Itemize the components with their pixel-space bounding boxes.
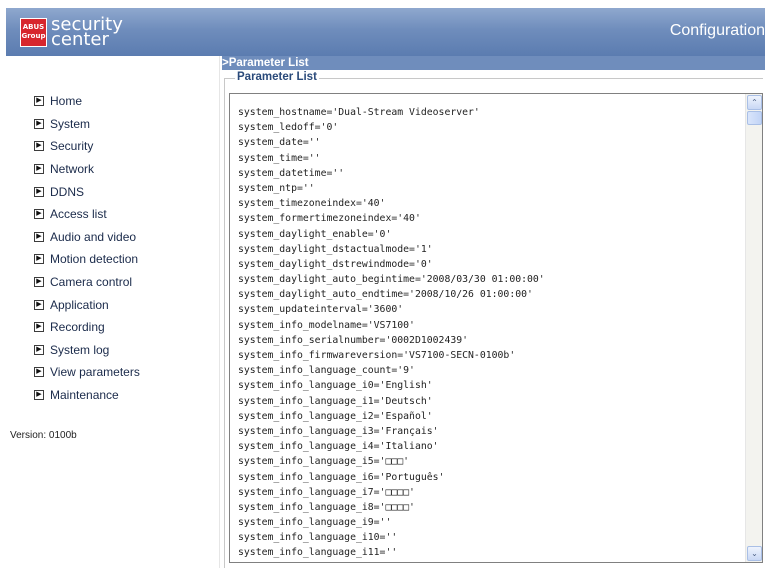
chevron-up-icon: ⌃: [751, 98, 758, 107]
sidebar-item-motion-detection[interactable]: ▶ Motion detection: [34, 248, 140, 271]
parameter-line: system_info_language_i9='': [238, 517, 392, 529]
arrow-right-icon: ▶: [34, 367, 44, 378]
sidebar-item-label: Security: [50, 139, 94, 154]
parameter-line: system_daylight_enable='0': [238, 228, 392, 240]
logo-text: security center: [51, 16, 123, 49]
sidebar-item-label: Network: [50, 162, 95, 177]
sidebar-item-label: Audio and video: [50, 229, 137, 244]
arrow-right-icon: ▶: [34, 231, 44, 242]
parameter-line: system_ntp='': [238, 182, 315, 194]
parameter-fieldset: Parameter List system_hostname='Dual-Str…: [224, 71, 763, 568]
main-content: >Parameter List Parameter List system_ho…: [222, 56, 765, 568]
sidebar-item-label: View parameters: [50, 365, 140, 380]
sidebar-item-system-log[interactable]: ▶ System log: [34, 339, 140, 362]
parameter-line: system_updateinterval='3600': [238, 304, 404, 316]
parameter-line: system_info_language_i0='English': [238, 380, 433, 392]
parameter-line: system_hostname='Dual-Stream Videoserver…: [238, 107, 480, 118]
parameter-line: system_timezoneindex='40': [238, 198, 386, 210]
firmware-version: Version: 0100b: [10, 430, 77, 441]
arrow-right-icon: ▶: [34, 322, 44, 333]
parameter-line: system_info_language_i5='□□□': [238, 456, 410, 468]
header-bar: ABUS Group security center Configuration: [6, 8, 765, 56]
abus-badge-line1: ABUS: [22, 23, 45, 31]
arrow-right-icon: ▶: [34, 299, 44, 310]
parameter-line: system_daylight_auto_begintime='2008/03/…: [238, 274, 545, 286]
parameter-line: system_daylight_auto_endtime='2008/10/26…: [238, 289, 533, 301]
parameter-line: system_info_firmwareversion='VS7100-SECN…: [238, 350, 516, 361]
sidebar-item-home[interactable]: ▶ Home: [34, 90, 140, 113]
chevron-down-icon: ⌄: [751, 549, 758, 558]
parameter-line: system_info_serialnumber='0002D1002439': [238, 334, 469, 346]
arrow-right-icon: ▶: [34, 141, 44, 152]
sidebar: ▶ Home ▶ System ▶ Security ▶ Network ▶ DDNS ▶…: [6, 56, 220, 568]
sidebar-item-application[interactable]: ▶ Application: [34, 293, 140, 316]
parameter-line: system_info_language_i11='': [238, 547, 398, 559]
abus-badge-line2: Group: [21, 32, 46, 40]
sidebar-item-label: Maintenance: [50, 388, 119, 403]
arrow-right-icon: ▶: [34, 277, 44, 288]
scroll-down-button[interactable]: ⌄: [747, 546, 762, 561]
parameter-line: system_info_language_i3='Français': [238, 425, 439, 437]
section-title-bar: >Parameter List: [222, 56, 765, 70]
sidebar-item-view-parameters[interactable]: ▶ View parameters: [34, 361, 140, 384]
sidebar-item-label: System: [50, 116, 91, 131]
parameter-line: system_info_language_i8='□□□□': [238, 501, 415, 513]
parameter-line: system_formertimezoneindex='40': [238, 213, 421, 225]
arrow-right-icon: ▶: [34, 186, 44, 197]
page-title: Configuration: [669, 22, 765, 39]
abus-badge: ABUS Group: [20, 17, 47, 47]
sidebar-item-ddns[interactable]: ▶ DDNS: [34, 180, 140, 203]
logo: ABUS Group security center: [20, 16, 123, 49]
arrow-right-icon: ▶: [34, 209, 44, 220]
sidebar-item-label: Camera control: [50, 275, 133, 290]
sidebar-item-maintenance[interactable]: ▶ Maintenance: [34, 384, 140, 407]
fieldset-legend: Parameter List: [235, 71, 319, 83]
sidebar-item-security[interactable]: ▶ Security: [34, 135, 140, 158]
sidebar-nav: ▶ Home ▶ System ▶ Security ▶ Network ▶ DDNS ▶…: [34, 90, 140, 406]
parameter-line: system_daylight_dstactualmode='1': [238, 243, 433, 255]
sidebar-item-label: Application: [50, 297, 109, 312]
parameter-line: system_daylight_dstrewindmode='0': [238, 258, 433, 270]
parameter-textarea[interactable]: system_hostname='Dual-Stream Videoserver…: [229, 93, 763, 563]
sidebar-item-recording[interactable]: ▶ Recording: [34, 316, 140, 339]
arrow-right-icon: ▶: [34, 390, 44, 401]
sidebar-item-label: Motion detection: [50, 252, 139, 267]
sidebar-item-label: Home: [50, 94, 83, 109]
arrow-right-icon: ▶: [34, 254, 44, 265]
sidebar-item-camera-control[interactable]: ▶ Camera control: [34, 271, 140, 294]
sidebar-item-audio-video[interactable]: ▶ Audio and video: [34, 226, 140, 249]
parameter-line: system_ledoff='0': [238, 122, 339, 134]
sidebar-item-label: Access list: [50, 207, 107, 222]
parameter-line: system_info_language_i4='Italiano': [238, 441, 439, 453]
sidebar-item-label: Recording: [50, 320, 105, 335]
sidebar-item-system[interactable]: ▶ System: [34, 113, 140, 136]
sidebar-item-access-list[interactable]: ▶ Access list: [34, 203, 140, 226]
parameter-line: system_info_language_i10='': [238, 532, 398, 544]
arrow-right-icon: ▶: [34, 118, 44, 129]
parameter-line: system_datetime='': [238, 167, 345, 179]
scroll-up-button[interactable]: ⌃: [747, 95, 762, 110]
parameter-line: system_info_language_i1='Deutsch': [238, 395, 433, 407]
parameter-line: system_info_language_i6='Português': [238, 471, 445, 483]
parameter-line: system_time='': [238, 152, 321, 164]
arrow-right-icon: ▶: [34, 96, 44, 107]
parameter-line: system_info_language_i7='□□□□': [238, 486, 415, 498]
parameter-line: system_info_language_i2='Español': [238, 410, 433, 422]
sidebar-item-network[interactable]: ▶ Network: [34, 158, 140, 181]
parameter-line: system_info_language_count='9': [238, 365, 415, 377]
arrow-right-icon: ▶: [34, 164, 44, 175]
vertical-scrollbar[interactable]: ⌃ ⌄: [745, 94, 762, 562]
sidebar-item-label: DDNS: [50, 184, 85, 199]
scrollbar-thumb[interactable]: [747, 111, 762, 125]
arrow-right-icon: ▶: [34, 344, 44, 355]
parameter-line: system_info_modelname='VS7100': [238, 319, 415, 331]
parameter-line: system_date='': [238, 137, 321, 149]
sidebar-item-label: System log: [50, 342, 110, 357]
parameter-lines: system_hostname='Dual-Stream Videoserver…: [238, 105, 545, 561]
